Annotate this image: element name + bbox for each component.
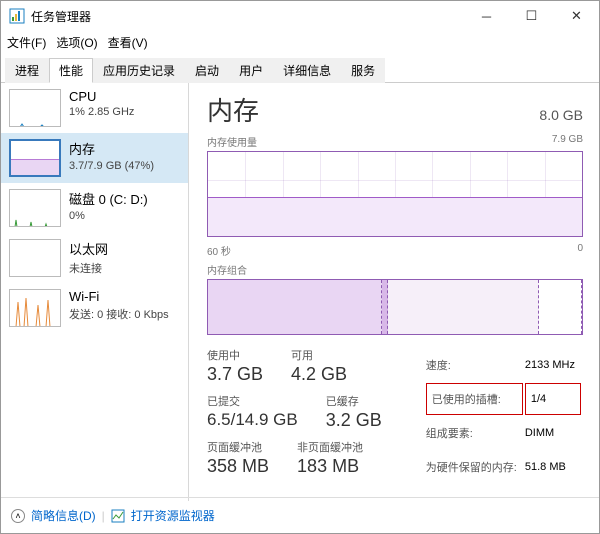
resource-monitor-link[interactable]: 打开资源监视器 bbox=[131, 507, 215, 524]
stat-value: 4.2 GB bbox=[291, 364, 347, 385]
tab-processes[interactable]: 进程 bbox=[5, 58, 49, 83]
stat-value: 358 MB bbox=[207, 456, 269, 477]
minimize-button[interactable]: ─ bbox=[464, 1, 509, 31]
meta-label: 组成要素: bbox=[426, 417, 523, 449]
stat-label: 页面缓冲池 bbox=[207, 439, 269, 455]
disk-thumb-icon bbox=[9, 189, 61, 227]
sidebar-item-label: 内存 bbox=[69, 139, 154, 158]
composition-label: 内存组合 bbox=[207, 262, 247, 277]
menu-file[interactable]: 文件(F) bbox=[7, 34, 46, 51]
cpu-thumb-icon bbox=[9, 89, 61, 127]
maximize-button[interactable]: ☐ bbox=[509, 1, 554, 31]
tab-users[interactable]: 用户 bbox=[229, 58, 273, 83]
meta-label: 已使用的插槽: bbox=[426, 383, 523, 415]
sidebar-item-label: Wi-Fi bbox=[69, 289, 169, 304]
memory-usage-chart[interactable] bbox=[207, 151, 583, 237]
meta-value: DIMM bbox=[525, 417, 581, 449]
sidebar-item-label: CPU bbox=[69, 89, 134, 104]
main-panel: 内存 8.0 GB 内存使用量7.9 GB 60 秒0 内存组合 使用中3.7 … bbox=[189, 83, 599, 501]
sidebar-item-sub: 0% bbox=[69, 210, 148, 222]
sidebar-item-label: 以太网 bbox=[69, 239, 108, 258]
meta-value: 51.8 MB bbox=[525, 451, 581, 483]
close-button[interactable]: ✕ bbox=[554, 1, 599, 31]
sidebar-item-sub: 未连接 bbox=[69, 260, 108, 276]
stat-label: 已缓存 bbox=[326, 393, 382, 409]
stat-value: 3.7 GB bbox=[207, 364, 263, 385]
tab-performance[interactable]: 性能 bbox=[49, 58, 93, 83]
page-title: 内存 bbox=[207, 91, 259, 128]
tabbar: 进程 性能 应用历史记录 启动 用户 详细信息 服务 bbox=[1, 57, 599, 83]
ethernet-thumb-icon bbox=[9, 239, 61, 277]
menubar: 文件(F) 选项(O) 查看(V) bbox=[1, 31, 599, 53]
stat-label: 已提交 bbox=[207, 393, 298, 409]
sidebar-item-memory[interactable]: 内存 3.7/7.9 GB (47%) bbox=[1, 133, 188, 183]
sidebar-item-sub: 发送: 0 接收: 0 Kbps bbox=[69, 306, 169, 322]
tab-startup[interactable]: 启动 bbox=[185, 58, 229, 83]
window-title: 任务管理器 bbox=[31, 8, 464, 25]
sidebar-item-ethernet[interactable]: 以太网未连接 bbox=[1, 233, 188, 283]
tab-services[interactable]: 服务 bbox=[341, 58, 385, 83]
stat-label: 使用中 bbox=[207, 347, 263, 363]
slots-highlight-row: 已使用的插槽:1/4 bbox=[426, 383, 581, 415]
memory-composition-chart[interactable] bbox=[207, 279, 583, 335]
meta-label: 为硬件保留的内存: bbox=[426, 451, 523, 483]
sidebar: CPU 1% 2.85 GHz 内存 3.7/7.9 GB (47%) 磁盘 0 (… bbox=[1, 83, 189, 501]
memory-total: 8.0 GB bbox=[539, 107, 583, 123]
sidebar-item-disk[interactable]: 磁盘 0 (C: D:) 0% bbox=[1, 183, 188, 233]
meta-value: 2133 MHz bbox=[525, 349, 581, 381]
tab-details[interactable]: 详细信息 bbox=[273, 58, 341, 83]
memory-meta-table: 速度:2133 MHz 已使用的插槽:1/4 组成要素:DIMM 为硬件保留的内… bbox=[424, 347, 583, 485]
sidebar-item-sub: 3.7/7.9 GB (47%) bbox=[69, 160, 154, 172]
titlebar[interactable]: 任务管理器 ─ ☐ ✕ bbox=[1, 1, 599, 31]
sidebar-item-cpu[interactable]: CPU 1% 2.85 GHz bbox=[1, 83, 188, 133]
wifi-thumb-icon bbox=[9, 289, 61, 327]
stat-value: 6.5/14.9 GB bbox=[207, 410, 298, 430]
stat-label: 非页面缓冲池 bbox=[297, 439, 363, 455]
sidebar-item-wifi[interactable]: Wi-Fi 发送: 0 接收: 0 Kbps bbox=[1, 283, 188, 333]
fewer-details-link[interactable]: 简略信息(D) bbox=[31, 507, 96, 524]
app-icon bbox=[9, 8, 25, 24]
chevron-up-icon[interactable]: ˄ bbox=[11, 509, 25, 523]
meta-value: 1/4 bbox=[525, 383, 581, 415]
tab-app-history[interactable]: 应用历史记录 bbox=[93, 58, 185, 83]
stat-value: 183 MB bbox=[297, 456, 363, 477]
footer: ˄ 简略信息(D) | 打开资源监视器 bbox=[1, 497, 599, 533]
memory-thumb-icon bbox=[9, 139, 61, 177]
monitor-icon bbox=[111, 509, 125, 523]
time-axis-label: 60 秒 bbox=[207, 243, 231, 258]
stat-label: 可用 bbox=[291, 347, 347, 363]
meta-label: 速度: bbox=[426, 349, 523, 381]
sidebar-item-label: 磁盘 0 (C: D:) bbox=[69, 189, 148, 208]
menu-view[interactable]: 查看(V) bbox=[108, 34, 148, 51]
menu-options[interactable]: 选项(O) bbox=[56, 34, 97, 51]
stat-value: 3.2 GB bbox=[326, 410, 382, 431]
usage-chart-max: 7.9 GB bbox=[552, 134, 583, 149]
sidebar-item-sub: 1% 2.85 GHz bbox=[69, 106, 134, 118]
usage-chart-label: 内存使用量 bbox=[207, 134, 257, 149]
